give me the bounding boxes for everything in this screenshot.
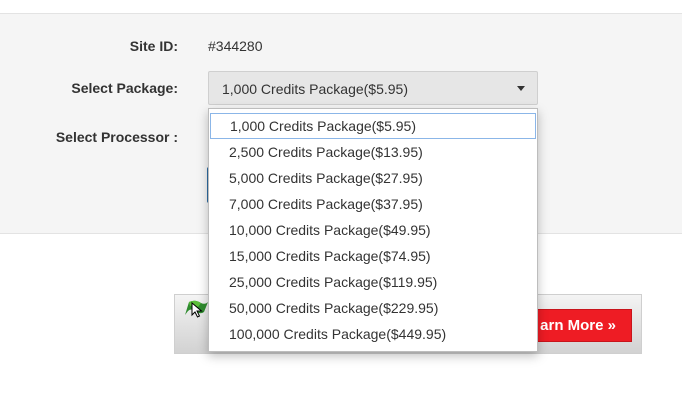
package-option[interactable]: 100,000 Credits Package($449.95)	[209, 321, 537, 347]
package-option[interactable]: 7,000 Credits Package($37.95)	[209, 191, 537, 217]
package-option[interactable]: 25,000 Credits Package($119.95)	[209, 269, 537, 295]
caret-down-icon	[517, 86, 525, 91]
package-label: Select Package:	[71, 80, 178, 96]
mouse-cursor-icon	[191, 302, 203, 318]
package-option[interactable]: 50,000 Credits Package($229.95)	[209, 295, 537, 321]
package-option[interactable]: 1,000 Credits Package($5.95)	[210, 113, 536, 139]
package-dropdown-list[interactable]: 1,000 Credits Package($5.95) 2,500 Credit…	[208, 108, 538, 352]
site-id-value: #344280	[208, 38, 263, 54]
learn-more-button[interactable]: arn More »	[530, 309, 632, 342]
package-select[interactable]: 1,000 Credits Package($5.95)	[208, 71, 538, 105]
package-select-value: 1,000 Credits Package($5.95)	[222, 81, 408, 97]
site-id-label: Site ID:	[129, 38, 178, 54]
package-option[interactable]: 2,500 Credits Package($13.95)	[209, 139, 537, 165]
package-option[interactable]: 15,000 Credits Package($74.95)	[209, 243, 537, 269]
package-option[interactable]: 5,000 Credits Package($27.95)	[209, 165, 537, 191]
processor-label: Select Processor :	[55, 129, 178, 145]
package-option[interactable]: 10,000 Credits Package($49.95)	[209, 217, 537, 243]
